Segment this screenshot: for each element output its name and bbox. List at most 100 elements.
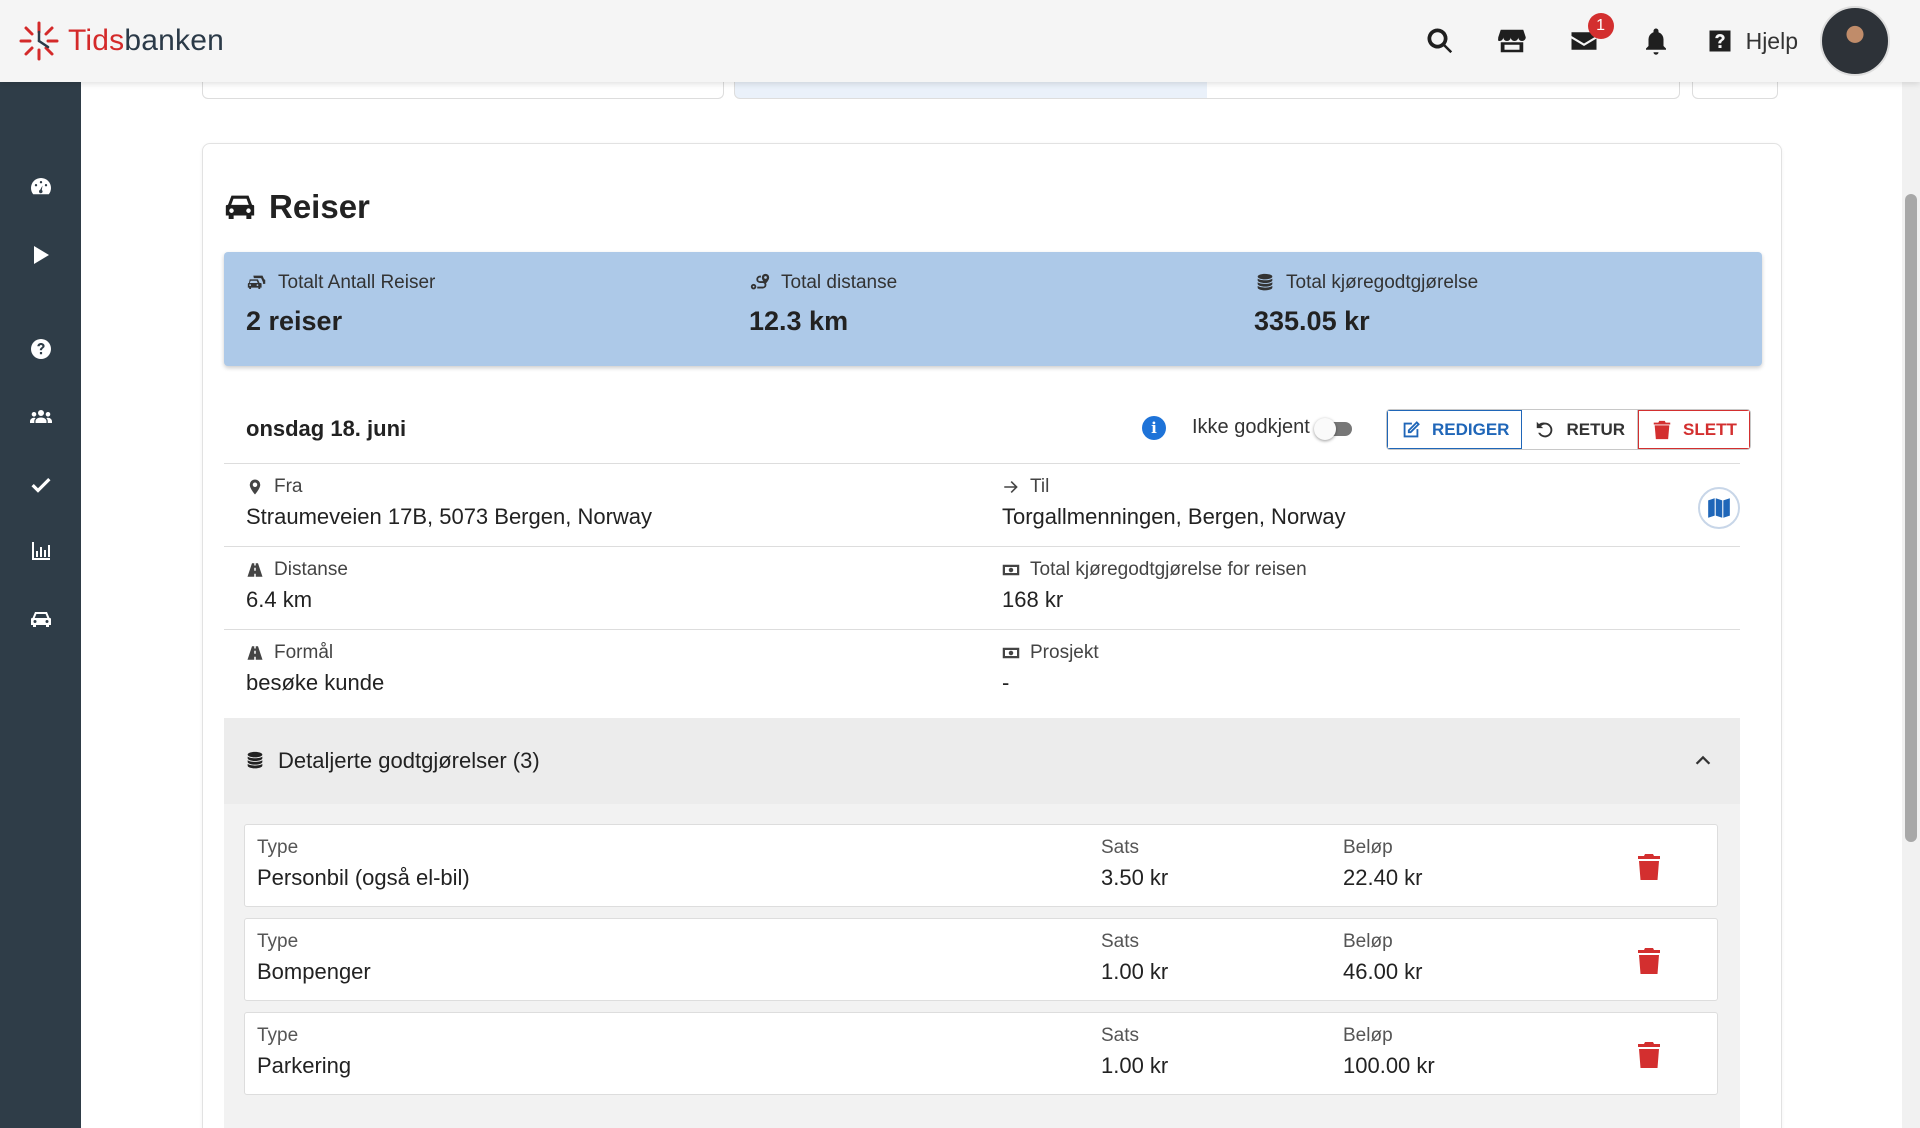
scrollbar[interactable] (1902, 82, 1920, 1128)
store-icon (1497, 29, 1526, 53)
rate-value: 1.00 kr (1101, 1053, 1169, 1078)
help-label: Hjelp (1745, 27, 1798, 54)
type-value: Personbil (også el-bil) (257, 865, 470, 890)
map-marker-icon (249, 479, 261, 495)
search-button[interactable] (1418, 19, 1462, 63)
purpose-cell: Formål besøke kunde (246, 642, 384, 696)
type-value: Parkering (257, 1053, 352, 1078)
arrow-right-icon (1004, 481, 1018, 493)
project-cell: Prosjekt - (1002, 642, 1099, 696)
allowance-details-title: Detaljerte godtgjørelser (3) (278, 748, 540, 773)
summary-allowance: Total kjøregodtgjørelse 335.05 kr (1254, 272, 1478, 337)
check-icon (31, 478, 50, 493)
car-icon (30, 612, 51, 627)
search-icon (1427, 28, 1452, 54)
trip-total-cell: Total kjøregodtgjørelse for reisen 168 k… (1002, 559, 1307, 613)
chart-icon (31, 542, 50, 560)
coins-icon (247, 751, 263, 769)
logo[interactable]: Tidsbanken (18, 20, 224, 62)
edit-icon (1403, 420, 1420, 437)
sidebar-item-approve[interactable] (0, 459, 81, 509)
edit-button[interactable]: REDIGER (1387, 410, 1523, 449)
allowance-details: Detaljerte godtgjørelser (3) Type Personb… (224, 718, 1740, 1128)
trash-icon (1638, 1042, 1660, 1068)
from-label: Fra (274, 476, 303, 497)
type-label: Type (257, 931, 299, 952)
notifications-button[interactable] (1634, 19, 1678, 63)
allowance-details-toggle[interactable]: Detaljerte godtgjørelser (3) (224, 718, 1740, 804)
distance-label: Distanse (274, 559, 348, 580)
summary-trips-label: Totalt Antall Reiser (278, 272, 436, 293)
sidebar-item-reports[interactable] (0, 526, 81, 576)
project-value: - (1002, 670, 1010, 695)
approval-label: Ikke godkjent (1192, 416, 1310, 438)
return-button[interactable]: RETUR (1522, 410, 1639, 449)
amount-value: 100.00 kr (1343, 1053, 1435, 1078)
sidebar-item-play[interactable] (0, 230, 81, 280)
delete-allowance-button[interactable] (1637, 947, 1665, 975)
delete-button-label: SLETT (1683, 419, 1737, 439)
trip-date: onsdag 18. juni (246, 416, 407, 441)
delete-button[interactable]: SLETT (1638, 410, 1750, 449)
money-icon (1002, 647, 1020, 659)
dashboard-icon (30, 178, 51, 195)
type-label: Type (257, 837, 299, 858)
app-name: Tidsbanken (68, 24, 224, 58)
delete-allowance-button[interactable] (1637, 1041, 1665, 1069)
trip-entry: onsdag 18. juni i Ikke godkjent REDIGER … (224, 386, 1762, 1128)
trips-card: Reiser Totalt Antall Reiser 2 reiser Tot… (202, 143, 1782, 1128)
purpose-label: Formål (274, 642, 334, 663)
messages-button[interactable]: 1 (1562, 13, 1614, 63)
chevron-up-icon[interactable] (1692, 750, 1714, 772)
avatar[interactable] (1820, 6, 1890, 76)
sidebar-item-trips[interactable] (0, 594, 81, 644)
sidebar-item-dashboard[interactable] (0, 162, 81, 212)
allowance-row: Type Parkering Sats 1.00 kr Beløp 100.00 kr (244, 1012, 1718, 1095)
amount-label: Beløp (1343, 1025, 1393, 1046)
distance-row: Distanse 6.4 km Total kjøregodtgjørelse … (224, 547, 1740, 630)
store-button[interactable] (1490, 19, 1534, 63)
help-button[interactable]: Hjelp (1706, 27, 1798, 55)
purpose-row: Formål besøke kunde Prosjekt - (224, 630, 1740, 713)
road-icon (247, 563, 263, 577)
edit-button-label: REDIGER (1432, 419, 1510, 439)
cars-icon (247, 275, 266, 289)
amount-label: Beløp (1343, 931, 1393, 952)
trip-total-label: Total kjøregodtgjørelse for reisen (1030, 559, 1307, 580)
distance-cell: Distanse 6.4 km (246, 559, 348, 613)
bell-icon (1645, 28, 1666, 55)
amount-value: 46.00 kr (1343, 959, 1423, 984)
app-name-part2: banken (124, 24, 224, 57)
amount-label: Beløp (1343, 837, 1393, 858)
allowance-row: Type Personbil (også el-bil) Sats 3.50 kr … (244, 824, 1718, 907)
question-icon (30, 339, 51, 359)
trip-header: onsdag 18. juni i Ikke godkjent REDIGER … (224, 386, 1751, 464)
summary-panel: Totalt Antall Reiser 2 reiser Total dist… (224, 252, 1762, 366)
summary-trips: Totalt Antall Reiser 2 reiser (246, 272, 435, 337)
summary-allowance-label: Total kjøregodtgjørelse (1286, 272, 1479, 293)
rate-value: 3.50 kr (1101, 865, 1169, 890)
car-icon (225, 195, 255, 220)
delete-allowance-button[interactable] (1637, 853, 1665, 881)
road-icon (247, 646, 263, 660)
project-label: Prosjekt (1030, 642, 1099, 663)
top-bar: Tidsbanken 1 Hjelp (0, 0, 1920, 82)
scrollbar-thumb[interactable] (1905, 194, 1917, 842)
allowance-row: Type Bompenger Sats 1.00 kr Beløp 46.00 kr (244, 918, 1718, 1001)
distance-value: 6.4 km (246, 587, 313, 612)
trip-actions: REDIGER RETUR SLETT (1386, 409, 1751, 450)
from-value: Straumeveien 17B, 5073 Bergen, Norway (246, 504, 653, 529)
to-label: Til (1030, 476, 1050, 497)
map-button[interactable] (1698, 487, 1740, 529)
sidebar-item-help[interactable] (0, 324, 81, 374)
route-icon (750, 273, 770, 290)
approval-toggle[interactable] (1314, 418, 1352, 440)
users-icon (29, 410, 52, 423)
trash-icon (1653, 420, 1671, 439)
sidebar-item-users[interactable] (0, 392, 81, 442)
info-icon[interactable]: i (1142, 416, 1166, 440)
app-name-part1: Tids (68, 24, 125, 57)
type-value: Bompenger (257, 959, 371, 984)
trip-total-value: 168 kr (1002, 587, 1064, 612)
from-cell: Fra Straumeveien 17B, 5073 Bergen, Norwa… (246, 476, 652, 530)
